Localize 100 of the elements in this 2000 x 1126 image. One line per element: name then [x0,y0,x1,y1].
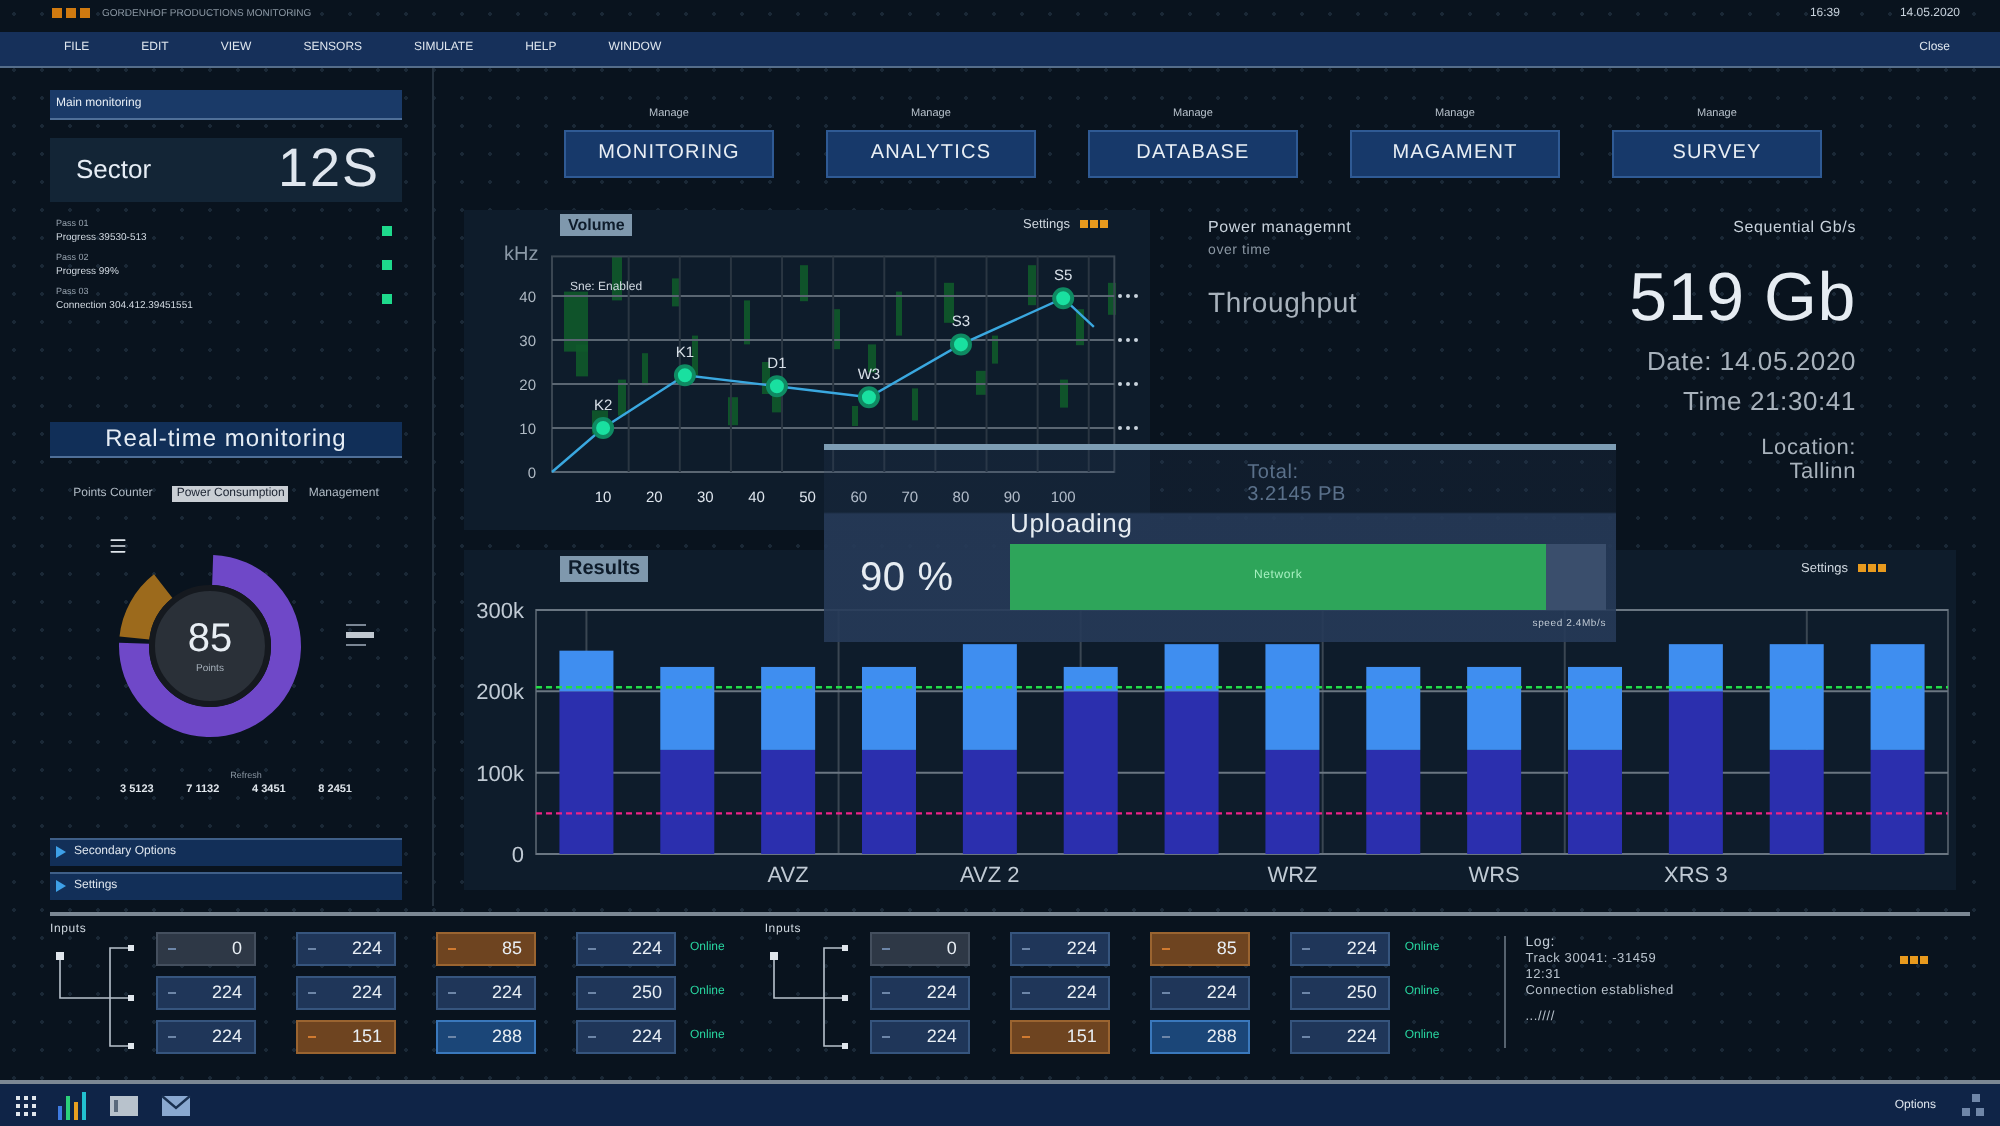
more-icon [1858,564,1888,575]
bar [1467,666,1522,750]
dash-icon [308,991,316,994]
chart-tag: Volume [560,214,633,237]
data-point [949,333,972,356]
field-value: 224 [1066,982,1097,1003]
sector-value: 12S [277,138,380,201]
info-label: Throughput [1208,285,1358,318]
dash-icon [882,991,891,994]
dash-icon [1302,947,1311,950]
bar [1366,749,1421,854]
field-value: 224 [211,1026,242,1047]
mail-icon[interactable] [160,1093,192,1118]
bar [1568,749,1622,854]
triangle-icon [56,880,66,893]
bar [1467,749,1522,854]
manage-button[interactable]: SURVEY [1612,129,1822,178]
menu-icon[interactable] [108,535,128,556]
more-icon [1900,956,1930,967]
field-value: 224 [1206,982,1237,1003]
more-icon [1118,425,1138,430]
dash-icon [588,991,596,994]
field-value: 224 [1066,938,1097,959]
field-value: 224 [1346,938,1377,959]
dash-icon [1162,947,1171,950]
data-point [857,385,880,408]
axis-label: 300k [476,599,524,624]
bar [660,749,715,854]
field-value: 224 [491,982,522,1003]
axis-title: kHz [504,243,539,266]
dash-icon [1022,1035,1031,1038]
dash-icon [308,947,316,950]
status-square-icon [382,225,392,236]
amount-value: 519 Gb [1629,259,1856,338]
manage-button[interactable]: DATABASE [1088,129,1298,178]
time-text: Time 21:30:41 [1682,385,1856,416]
bar-chart-icon[interactable] [56,1091,88,1120]
bar [962,643,1017,750]
dash-icon [588,1035,596,1038]
axis-label: XRS 3 [1664,863,1728,888]
squares-icon [1956,1093,1984,1118]
field-value: 224 [211,982,242,1003]
dash-icon [1022,947,1031,950]
more-icon [1118,381,1138,386]
grid-icon[interactable] [16,1095,36,1116]
more-icon [1080,220,1110,231]
field-value: 151 [1066,1026,1097,1047]
dash-icon [308,1035,316,1038]
sector-label: Sector [76,154,152,185]
dash-icon [448,991,456,994]
bar [1265,749,1320,854]
field-value: 224 [926,982,957,1003]
bar [1769,643,1824,750]
triangle-icon [56,846,66,859]
bar [962,749,1017,854]
field-value: 85 [1216,938,1237,959]
data-point [673,363,696,386]
axis-label: WRS [1468,863,1520,888]
dash-icon [1022,991,1031,994]
field-value: 224 [926,1026,957,1047]
field-value: 151 [351,1026,382,1047]
info-label: Sequential Gb/s [1733,217,1856,236]
bar [1769,749,1824,854]
bar [862,666,916,750]
legend-drawing [346,623,374,648]
field-value: 224 [631,938,662,959]
date-text: Date: 14.05.2020 [1646,345,1856,376]
bar [862,749,916,854]
dash-icon [168,991,176,994]
manage-button[interactable]: MONITORING [564,129,774,178]
window-icon[interactable] [108,1093,140,1118]
axis-label: 0 [511,843,524,868]
field-value: 250 [631,982,662,1003]
section-header: Real-time monitoring [50,421,402,458]
dash-icon [1302,991,1311,994]
info-label: Power managemnt [1208,217,1352,236]
more-icon [1118,293,1138,298]
field-value: 224 [351,938,382,959]
bar [761,749,816,854]
field-value: 0 [231,938,242,959]
bar [1366,666,1421,750]
bar [1870,749,1925,854]
data-point [1052,286,1075,309]
dash-icon [448,1035,456,1038]
manage-button[interactable]: ANALYTICS [826,129,1036,178]
more-icon [1118,337,1138,342]
field-value: 0 [946,938,957,959]
manage-button[interactable]: MAGAMENT [1350,129,1560,178]
bar [761,666,816,750]
axis-label: WRZ [1267,863,1318,888]
dash-icon [168,947,176,950]
field-value: 250 [1346,982,1377,1003]
location-value: Tallinn [1789,459,1856,484]
bar [660,666,715,750]
axis-label: 100k [476,762,524,787]
chart-tag: Results [560,556,649,583]
field-value: 288 [491,1026,522,1047]
dash-icon [168,1035,176,1038]
gauge-value: 85 [187,616,233,663]
dash-icon [588,947,596,950]
